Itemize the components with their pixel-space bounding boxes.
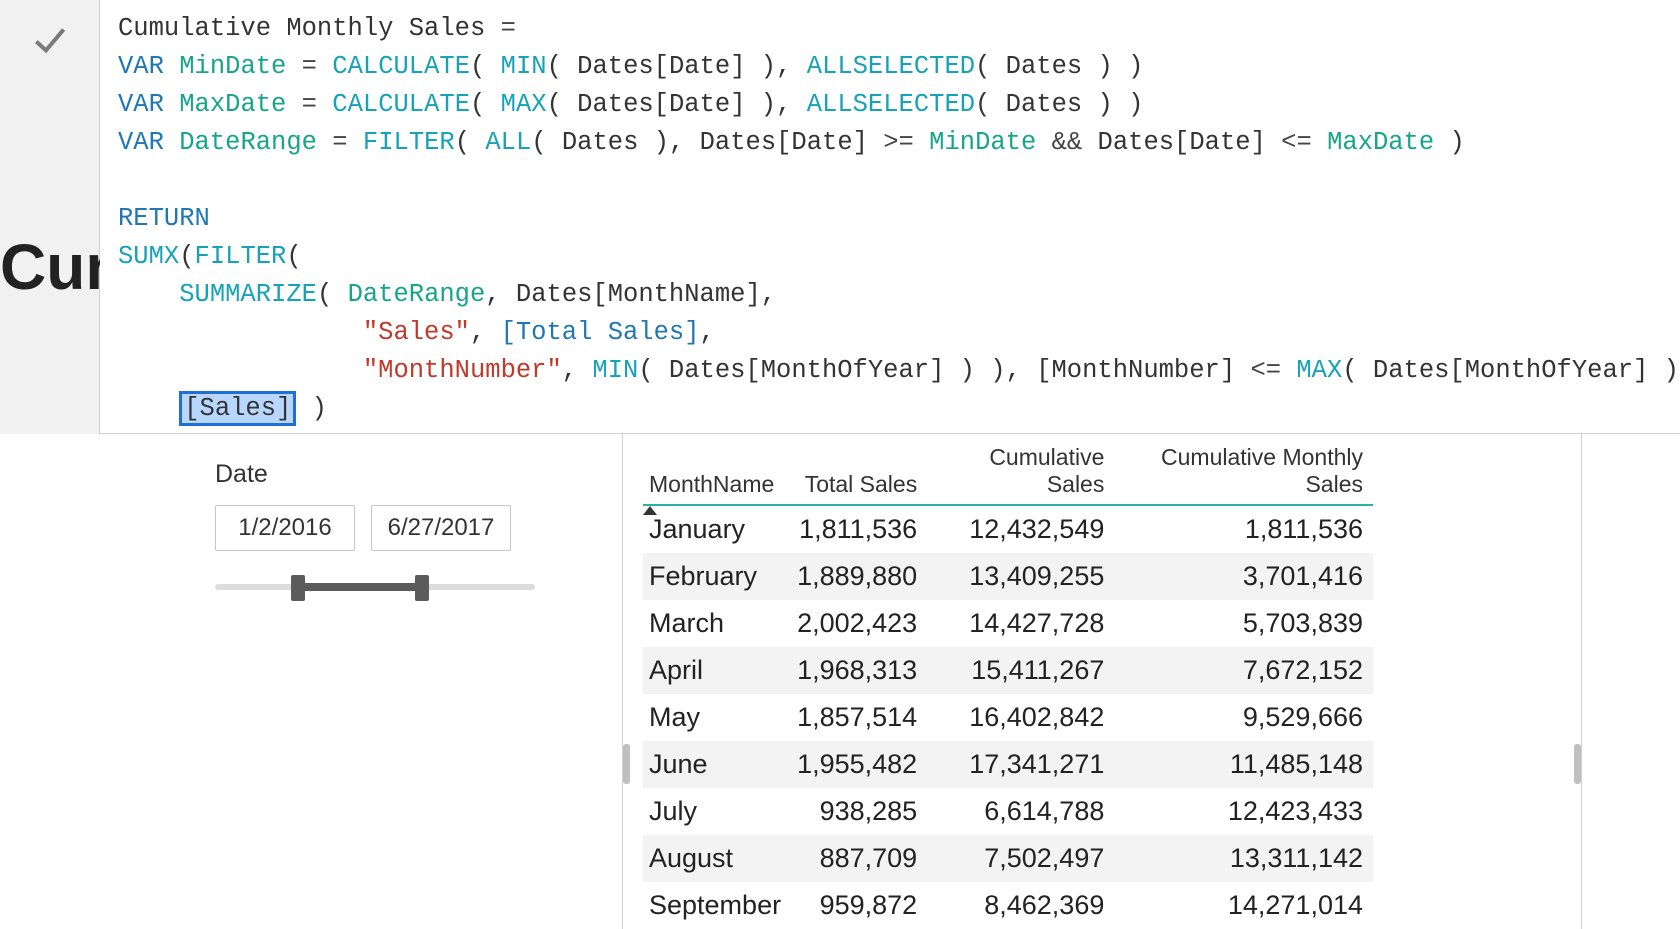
cell-total-sales: 959,872 bbox=[791, 882, 927, 929]
cell-month: January bbox=[643, 505, 791, 553]
col-monthname[interactable]: MonthName bbox=[643, 434, 791, 505]
table-row[interactable]: March2,002,42314,427,7285,703,839 bbox=[643, 600, 1373, 647]
cell-month: July bbox=[643, 788, 791, 835]
cell-cumulative-sales: 7,502,497 bbox=[927, 835, 1114, 882]
cell-total-sales: 1,889,880 bbox=[791, 553, 927, 600]
cell-cumulative-monthly-sales: 9,529,666 bbox=[1114, 694, 1373, 741]
table-row[interactable]: June1,955,48217,341,27111,485,148 bbox=[643, 741, 1373, 788]
date-slicer: Date 1/2/2016 6/27/2017 bbox=[215, 460, 535, 603]
cell-total-sales: 887,709 bbox=[791, 835, 927, 882]
cell-cumulative-monthly-sales: 13,311,142 bbox=[1114, 835, 1373, 882]
date-range-slider[interactable] bbox=[215, 573, 535, 603]
cell-total-sales: 2,002,423 bbox=[791, 600, 927, 647]
cell-cumulative-sales: 13,409,255 bbox=[927, 553, 1114, 600]
scroll-indicator-left[interactable] bbox=[623, 744, 630, 784]
slider-handle-left[interactable] bbox=[291, 575, 305, 601]
cell-cumulative-monthly-sales: 14,271,014 bbox=[1114, 882, 1373, 929]
cell-cumulative-sales: 17,341,271 bbox=[927, 741, 1114, 788]
formula-bar: Cum Cumulative Monthly Sales = VAR MinDa… bbox=[0, 0, 1680, 434]
sort-asc-icon bbox=[643, 506, 657, 515]
measure-name: Cumulative Monthly Sales bbox=[118, 14, 485, 43]
dax-editor[interactable]: Cumulative Monthly Sales = VAR MinDate =… bbox=[100, 0, 1680, 434]
table-row[interactable]: July938,2856,614,78812,423,433 bbox=[643, 788, 1373, 835]
scroll-indicator-right[interactable] bbox=[1574, 744, 1581, 784]
cell-cumulative-sales: 6,614,788 bbox=[927, 788, 1114, 835]
cell-month: September bbox=[643, 882, 791, 929]
slicer-title: Date bbox=[215, 460, 535, 489]
selected-token[interactable]: [Sales] bbox=[179, 391, 296, 426]
cell-total-sales: 1,968,313 bbox=[791, 647, 927, 694]
table-row[interactable]: April1,968,31315,411,2677,672,152 bbox=[643, 647, 1373, 694]
col-total-sales[interactable]: Total Sales bbox=[791, 434, 927, 505]
table-row[interactable]: August887,7097,502,49713,311,142 bbox=[643, 835, 1373, 882]
table-header-row: MonthName Total Sales Cumulative Sales C… bbox=[643, 434, 1373, 505]
cell-cumulative-monthly-sales: 7,672,152 bbox=[1114, 647, 1373, 694]
commit-button[interactable] bbox=[0, 0, 100, 80]
table-row[interactable]: May1,857,51416,402,8429,529,666 bbox=[643, 694, 1373, 741]
slider-handle-right[interactable] bbox=[415, 575, 429, 601]
cell-cumulative-sales: 8,462,369 bbox=[927, 882, 1114, 929]
cell-cumulative-sales: 16,402,842 bbox=[927, 694, 1114, 741]
date-to-input[interactable]: 6/27/2017 bbox=[371, 505, 511, 551]
table-row[interactable]: January1,811,53612,432,5491,811,536 bbox=[643, 505, 1373, 553]
cell-cumulative-monthly-sales: 12,423,433 bbox=[1114, 788, 1373, 835]
table-visual: MonthName Total Sales Cumulative Sales C… bbox=[622, 434, 1582, 929]
cell-month: February bbox=[643, 553, 791, 600]
cell-cumulative-sales: 14,427,728 bbox=[927, 600, 1114, 647]
cell-total-sales: 1,811,536 bbox=[791, 505, 927, 553]
table-row[interactable]: February1,889,88013,409,2553,701,416 bbox=[643, 553, 1373, 600]
cell-total-sales: 1,955,482 bbox=[791, 741, 927, 788]
cell-month: April bbox=[643, 647, 791, 694]
cell-cumulative-monthly-sales: 1,811,536 bbox=[1114, 505, 1373, 553]
col-cumulative-monthly-sales[interactable]: Cumulative Monthly Sales bbox=[1114, 434, 1373, 505]
cell-month: March bbox=[643, 600, 791, 647]
cell-cumulative-monthly-sales: 5,703,839 bbox=[1114, 600, 1373, 647]
date-from-input[interactable]: 1/2/2016 bbox=[215, 505, 355, 551]
cell-cumulative-monthly-sales: 3,701,416 bbox=[1114, 553, 1373, 600]
slider-fill bbox=[295, 583, 425, 591]
cell-month: June bbox=[643, 741, 791, 788]
cell-total-sales: 1,857,514 bbox=[791, 694, 927, 741]
col-cumulative-sales[interactable]: Cumulative Sales bbox=[927, 434, 1114, 505]
cell-month: May bbox=[643, 694, 791, 741]
cell-cumulative-sales: 12,432,549 bbox=[927, 505, 1114, 553]
cell-cumulative-monthly-sales: 11,485,148 bbox=[1114, 741, 1373, 788]
table-row[interactable]: September959,8728,462,36914,271,014 bbox=[643, 882, 1373, 929]
cell-cumulative-sales: 15,411,267 bbox=[927, 647, 1114, 694]
cell-month: August bbox=[643, 835, 791, 882]
checkmark-icon bbox=[30, 20, 70, 60]
cell-total-sales: 938,285 bbox=[791, 788, 927, 835]
